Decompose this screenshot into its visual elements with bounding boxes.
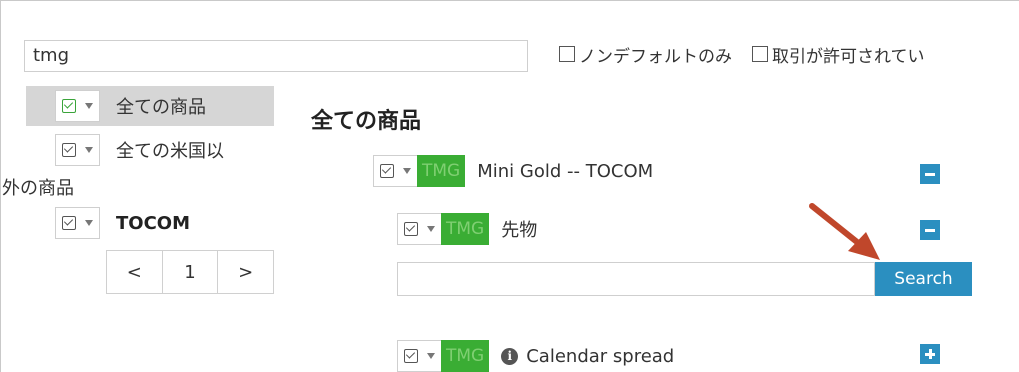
chevron-down-icon xyxy=(85,103,93,109)
page-title: 全ての商品 xyxy=(311,109,422,134)
collapse-button[interactable] xyxy=(920,164,940,184)
tree-item-dropdown[interactable] xyxy=(55,90,100,122)
node-dropdown[interactable] xyxy=(373,155,417,187)
filter-non-default[interactable]: ノンデフォルトのみ xyxy=(559,42,732,67)
node-label: Mini Gold -- TOCOM xyxy=(477,160,654,182)
chevron-down-icon xyxy=(427,353,435,359)
node-dropdown[interactable] xyxy=(397,340,441,372)
expand-button[interactable] xyxy=(920,344,940,364)
tree-item-dropdown[interactable] xyxy=(55,134,100,166)
filter-trade-allowed[interactable]: 取引が許可されてい xyxy=(752,42,925,67)
chevron-down-icon xyxy=(85,147,93,153)
pager-page-button[interactable]: 1 xyxy=(163,251,219,293)
node-label: Calendar spread xyxy=(526,345,675,367)
chevron-down-icon xyxy=(427,226,435,232)
checkbox-icon[interactable] xyxy=(559,46,575,62)
chevron-down-icon xyxy=(85,220,93,226)
node-search-input[interactable] xyxy=(397,262,875,296)
checkbox-icon[interactable] xyxy=(752,46,768,62)
minus-icon xyxy=(925,172,935,176)
info-icon: i xyxy=(501,347,519,365)
collapse-button[interactable] xyxy=(920,220,940,240)
filter-trade-allowed-label: 取引が許可されてい xyxy=(772,46,925,67)
annotation-arrow-icon xyxy=(809,203,880,260)
search-button[interactable]: Search xyxy=(875,262,972,296)
pager-next-button[interactable]: > xyxy=(218,251,273,293)
tree-item-label: 全ての商品 xyxy=(116,97,206,118)
checkbox-checked-icon xyxy=(62,216,76,230)
minus-icon xyxy=(925,228,935,232)
search-input[interactable]: tmg xyxy=(24,40,528,72)
checkbox-checked-icon xyxy=(404,349,418,363)
tmg-tag: TMG xyxy=(441,213,490,245)
pagination: < 1 > xyxy=(106,250,274,294)
filter-non-default-label: ノンデフォルトのみ xyxy=(579,46,732,67)
chevron-down-icon xyxy=(403,168,411,174)
plus-icon xyxy=(925,349,935,359)
tree-item-all-products[interactable]: 全ての商品 xyxy=(55,90,206,122)
tmg-tag: TMG xyxy=(417,155,466,187)
node-label: 先物 xyxy=(501,220,538,241)
tmg-tag: TMG xyxy=(441,340,490,372)
pager-prev-button[interactable]: < xyxy=(107,251,163,293)
tree-item-tocom[interactable]: TOCOM xyxy=(55,207,190,239)
node-calendar-spread: TMG i Calendar spread xyxy=(397,340,674,372)
node-dropdown[interactable] xyxy=(397,213,441,245)
checkbox-checked-icon xyxy=(62,143,76,157)
node-mini-gold: TMG Mini Gold -- TOCOM xyxy=(373,155,653,187)
checkbox-checked-icon xyxy=(404,222,418,236)
checkbox-checked-icon xyxy=(62,99,76,113)
tree-item-label: 全ての米国以 xyxy=(116,141,224,162)
tree-item-dropdown[interactable] xyxy=(55,207,100,239)
filter-bar: ノンデフォルトのみ 取引が許可されてい xyxy=(559,38,945,70)
node-futures: TMG 先物 xyxy=(397,213,537,245)
checkbox-checked-icon xyxy=(380,164,394,178)
tree-item-label-wrap: 外の商品 xyxy=(2,178,74,199)
tree-item-label: TOCOM xyxy=(116,212,191,234)
tree-item-non-us[interactable]: 全ての米国以 xyxy=(55,134,224,166)
